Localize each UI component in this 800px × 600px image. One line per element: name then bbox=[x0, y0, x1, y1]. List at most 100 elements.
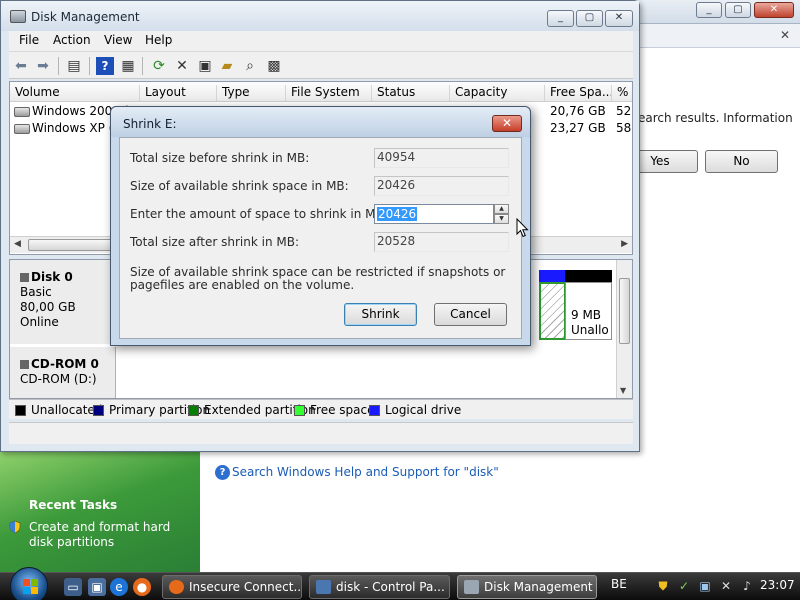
shrink-note: Size of available shrink space can be re… bbox=[130, 265, 506, 292]
control-panel-icon bbox=[316, 580, 331, 594]
back-arrow-icon[interactable]: ⬅ bbox=[12, 57, 30, 75]
menu-bar: File Action View Help bbox=[9, 31, 633, 51]
no-button[interactable]: No bbox=[705, 150, 778, 173]
windows-logo-icon bbox=[23, 579, 38, 594]
column-file-system[interactable]: File System bbox=[285, 85, 371, 101]
forward-arrow-icon[interactable]: ➡ bbox=[34, 57, 52, 75]
recent-task-link[interactable]: Create and format hard disk partitions bbox=[29, 520, 194, 550]
shrink-amount-stepper[interactable]: ▲ ▼ bbox=[494, 204, 509, 224]
disk-0-label[interactable]: Disk 0 Basic 80,00 GB Online bbox=[10, 260, 116, 344]
column-status[interactable]: Status bbox=[371, 85, 448, 101]
column-free-space[interactable]: Free Spa... bbox=[544, 85, 611, 101]
total-after-value: 20528 bbox=[374, 232, 509, 252]
language-indicator[interactable]: BE bbox=[611, 577, 627, 591]
total-before-label: Total size before shrink in MB: bbox=[130, 151, 310, 165]
column-percent-free[interactable]: % F bbox=[611, 85, 632, 101]
logical-drive-header[interactable] bbox=[539, 270, 566, 282]
minimize-button[interactable]: _ bbox=[547, 10, 574, 27]
speaker-muted-icon[interactable]: ✕ bbox=[718, 578, 734, 594]
close-button[interactable]: ✕ bbox=[754, 2, 794, 18]
check-disk-icon[interactable]: ▣ bbox=[196, 57, 214, 75]
legend-free-space: Free space bbox=[294, 403, 374, 417]
update-icon[interactable]: ✓ bbox=[676, 578, 692, 594]
vertical-scrollbar[interactable]: ▼ bbox=[616, 260, 632, 398]
spin-up-icon[interactable]: ▲ bbox=[494, 204, 509, 214]
refresh-icon[interactable]: ⟳ bbox=[150, 57, 168, 75]
search-icon[interactable]: ⌕ bbox=[241, 57, 259, 75]
legend-swatch bbox=[369, 405, 380, 416]
disk-properties-icon[interactable]: ▩ bbox=[265, 57, 283, 75]
taskbar-item-firefox[interactable]: Insecure Connect... bbox=[162, 575, 302, 599]
properties-icon[interactable]: ▦ bbox=[119, 57, 137, 75]
available-shrink-value: 20426 bbox=[374, 176, 509, 196]
disk-status: Online bbox=[20, 315, 59, 329]
security-shield-icon[interactable]: ⛊ bbox=[655, 578, 671, 594]
clear-search-icon[interactable]: ✕ bbox=[780, 28, 790, 42]
scroll-right-icon[interactable]: ▶ bbox=[621, 239, 628, 249]
menu-view[interactable]: View bbox=[104, 33, 132, 47]
column-capacity[interactable]: Capacity bbox=[449, 85, 544, 101]
internet-explorer-icon[interactable]: e bbox=[110, 578, 128, 596]
dialog-close-button[interactable]: ✕ bbox=[492, 115, 522, 132]
help-search-link[interactable]: Search Windows Help and Support for "dis… bbox=[232, 465, 499, 479]
shrink-amount-value: 20426 bbox=[377, 207, 418, 221]
disk-management-icon bbox=[464, 580, 479, 594]
minimize-button[interactable]: _ bbox=[696, 2, 722, 18]
start-button[interactable] bbox=[10, 567, 48, 600]
unallocated-header[interactable] bbox=[565, 270, 612, 282]
scrollbar-thumb[interactable] bbox=[619, 278, 630, 344]
column-type[interactable]: Type bbox=[216, 85, 284, 101]
disk-management-titlebar[interactable]: Disk Management _ ▢ ✕ bbox=[1, 1, 639, 31]
legend-swatch bbox=[15, 405, 26, 416]
unallocated-label: Unallo bbox=[571, 323, 609, 337]
firefox-icon[interactable]: ● bbox=[133, 578, 151, 596]
taskbar-item-control-panel[interactable]: disk - Control Pa... bbox=[309, 575, 450, 599]
logical-drive-partition[interactable] bbox=[539, 282, 566, 340]
open-folder-icon[interactable]: ▰ bbox=[218, 57, 236, 75]
search-info-text: earch results. Information bbox=[638, 111, 793, 125]
delete-icon[interactable]: ✕ bbox=[173, 57, 191, 75]
scrollbar-thumb[interactable] bbox=[28, 239, 118, 251]
volume-list-header: Volume Layout Type File System Status Ca… bbox=[10, 82, 632, 102]
shrink-dialog-titlebar[interactable]: Shrink E: ✕ bbox=[111, 107, 530, 137]
clock[interactable]: 23:07 bbox=[760, 578, 795, 592]
column-layout[interactable]: Layout bbox=[139, 85, 215, 101]
cdrom-0-label[interactable]: CD-ROM 0 CD-ROM (D:) bbox=[10, 347, 116, 398]
legend-label: Unallocated bbox=[31, 403, 103, 417]
show-desktop-icon[interactable]: ▭ bbox=[64, 578, 82, 596]
close-button[interactable]: ✕ bbox=[605, 10, 633, 27]
control-panel-sidebar bbox=[0, 452, 200, 572]
available-shrink-label: Size of available shrink space in MB: bbox=[130, 179, 349, 193]
disk-name: CD-ROM 0 bbox=[31, 357, 99, 371]
taskbar-item-disk-management[interactable]: Disk Management bbox=[457, 575, 597, 599]
recent-tasks-title: Recent Tasks bbox=[29, 498, 118, 512]
status-bar bbox=[9, 422, 633, 444]
shrink-button[interactable]: Shrink bbox=[344, 303, 417, 326]
switch-windows-icon[interactable]: ▣ bbox=[88, 578, 106, 596]
drive-icon bbox=[14, 107, 30, 117]
maximize-button[interactable]: ▢ bbox=[576, 10, 603, 27]
network-icon[interactable]: ▣ bbox=[697, 578, 713, 594]
menu-action[interactable]: Action bbox=[53, 33, 91, 47]
scroll-down-icon[interactable]: ▼ bbox=[620, 386, 626, 395]
disk-management-icon bbox=[10, 10, 26, 23]
scroll-left-icon[interactable]: ◀ bbox=[14, 239, 21, 249]
drive-icon bbox=[14, 124, 30, 134]
legend-swatch bbox=[294, 405, 305, 416]
shrink-amount-input[interactable]: 20426 bbox=[374, 204, 494, 224]
volume-percent-free: 52 bbox=[616, 104, 632, 118]
console-tree-icon[interactable]: ▤ bbox=[65, 57, 83, 75]
dialog-title: Shrink E: bbox=[123, 117, 177, 131]
unallocated-partition[interactable]: 9 MB Unallo bbox=[565, 282, 612, 340]
taskbar: ▭ ▣ e ● Insecure Connect... disk - Contr… bbox=[0, 567, 800, 600]
maximize-button[interactable]: ▢ bbox=[725, 2, 751, 18]
menu-help[interactable]: Help bbox=[145, 33, 172, 47]
column-volume[interactable]: Volume bbox=[10, 85, 138, 101]
volume-icon[interactable]: ♪ bbox=[739, 578, 755, 594]
cancel-button[interactable]: Cancel bbox=[434, 303, 507, 326]
menu-file[interactable]: File bbox=[19, 33, 39, 47]
spin-down-icon[interactable]: ▼ bbox=[494, 214, 509, 224]
window-title: Disk Management bbox=[31, 10, 140, 24]
help-icon[interactable]: ? bbox=[96, 57, 114, 75]
shield-icon bbox=[9, 520, 21, 534]
